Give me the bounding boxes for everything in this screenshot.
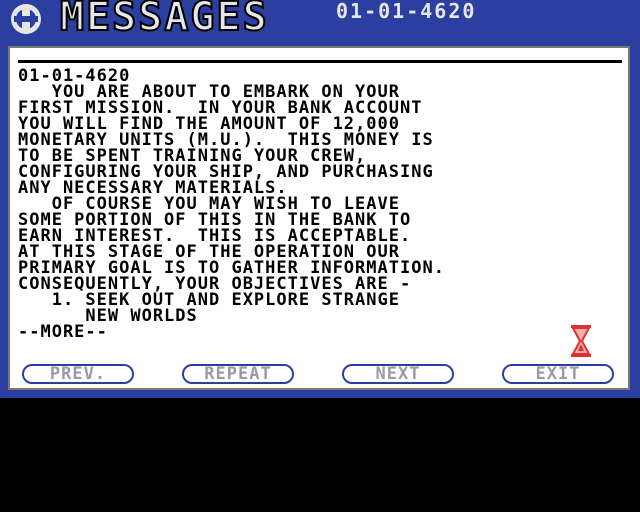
- divider: [18, 60, 622, 63]
- header-bar: MESSAGES 01-01-4620: [0, 0, 640, 40]
- prev-button[interactable]: PREV.: [22, 364, 134, 384]
- repeat-button[interactable]: REPEAT: [182, 364, 294, 384]
- exit-button[interactable]: EXIT: [502, 364, 614, 384]
- message-text: 01-01-4620 YOU ARE ABOUT TO EMBARK ON YO…: [18, 66, 445, 342]
- header-date: 01-01-4620: [336, 0, 477, 23]
- message-panel: 01-01-4620 YOU ARE ABOUT TO EMBARK ON YO…: [8, 46, 630, 390]
- screen-title: MESSAGES: [59, 0, 269, 40]
- interplay-logo-icon: [11, 4, 41, 34]
- next-button[interactable]: NEXT: [342, 364, 454, 384]
- hourglass-icon: [571, 325, 591, 357]
